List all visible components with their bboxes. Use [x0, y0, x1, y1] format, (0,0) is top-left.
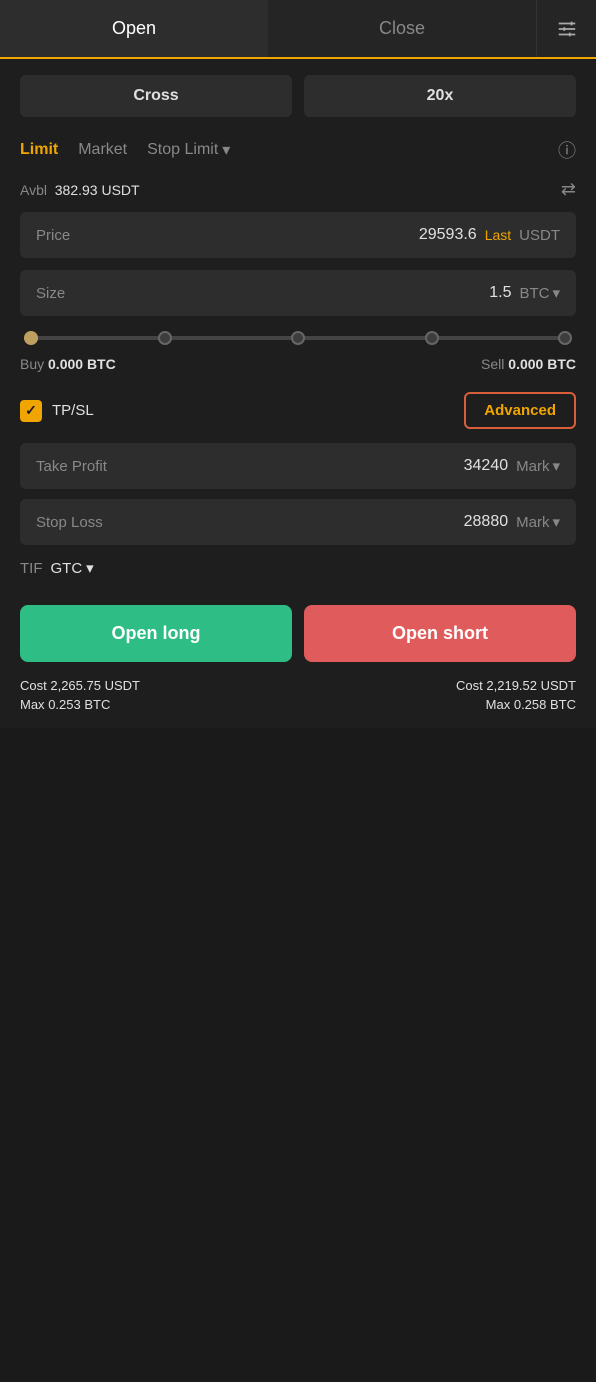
panel-body: Cross 20x Limit Market Stop Limit ▾ ⓘ Av… — [0, 59, 596, 728]
size-unit-dropdown[interactable]: BTC ▾ — [519, 284, 560, 302]
stop-loss-chevron-icon: ▾ — [552, 513, 560, 531]
price-value: 29593.6 — [419, 226, 477, 244]
cross-button[interactable]: Cross — [20, 75, 292, 117]
mode-row: Cross 20x — [20, 75, 576, 117]
avbl-amount: 382.93 USDT — [55, 182, 140, 198]
long-max: Max 0.253 BTC — [20, 697, 110, 712]
tabs-row: Open Close — [0, 0, 596, 59]
slider-dot-25 — [155, 328, 175, 348]
stop-loss-value: 28880 — [464, 513, 509, 531]
stop-loss-input[interactable]: Stop Loss 28880 Mark ▾ — [20, 499, 576, 545]
tab-close[interactable]: Close — [268, 0, 536, 57]
take-profit-label: Take Profit — [36, 458, 107, 475]
slider-container[interactable] — [20, 336, 576, 340]
slider-track[interactable] — [24, 336, 572, 340]
slider-dot-50 — [288, 328, 308, 348]
take-profit-value: 34240 — [464, 457, 509, 475]
tp-sl-inputs: Take Profit 34240 Mark ▾ Stop Loss 28880… — [20, 443, 576, 545]
info-icon[interactable]: ⓘ — [558, 137, 576, 163]
open-short-button[interactable]: Open short — [304, 605, 576, 662]
settings-icon[interactable] — [536, 0, 596, 57]
cost-row: Cost 2,265.75 USDT Cost 2,219.52 USDT — [20, 678, 576, 693]
long-cost: Cost 2,265.75 USDT — [20, 678, 140, 693]
slider-dot-0 — [21, 328, 41, 348]
avbl-label: Avbl 382.93 USDT — [20, 182, 140, 198]
trading-panel: Open Close Cross 20x Limit Market Stop L… — [0, 0, 596, 728]
buy-label: Buy 0.000 BTC — [20, 356, 116, 372]
tif-row: TIF GTC ▾ — [20, 559, 576, 577]
size-value: 1.5 — [489, 284, 511, 302]
slider-dot-100 — [555, 328, 575, 348]
action-buttons: Open long Open short — [20, 605, 576, 662]
size-label: Size — [36, 285, 65, 302]
order-type-market[interactable]: Market — [78, 141, 127, 159]
short-max: Max 0.258 BTC — [486, 697, 576, 712]
slider-dot-75 — [422, 328, 442, 348]
price-value-row: 29593.6 Last USDT — [419, 226, 560, 244]
sell-value: 0.000 BTC — [508, 356, 576, 372]
advanced-button[interactable]: Advanced — [464, 392, 576, 429]
buy-sell-row: Buy 0.000 BTC Sell 0.000 BTC — [20, 356, 576, 372]
leverage-button[interactable]: 20x — [304, 75, 576, 117]
sell-label: Sell 0.000 BTC — [481, 356, 576, 372]
tpsl-row: ✓ TP/SL Advanced — [20, 392, 576, 429]
tif-chevron-icon: ▾ — [86, 559, 94, 577]
avbl-row: Avbl 382.93 USDT ⇄ — [20, 179, 576, 200]
buy-value: 0.000 BTC — [48, 356, 116, 372]
price-label: Price — [36, 227, 70, 244]
open-long-button[interactable]: Open long — [20, 605, 292, 662]
take-profit-chevron-icon: ▾ — [552, 457, 560, 475]
tpsl-label: TP/SL — [52, 402, 94, 419]
tpsl-checkbox[interactable]: ✓ — [20, 400, 42, 422]
stop-loss-right: 28880 Mark ▾ — [464, 513, 560, 531]
max-row: Max 0.253 BTC Max 0.258 BTC — [20, 697, 576, 712]
tif-dropdown[interactable]: GTC ▾ — [51, 559, 94, 577]
price-tag: Last — [485, 227, 511, 243]
take-profit-right: 34240 Mark ▾ — [464, 457, 560, 475]
order-type-row: Limit Market Stop Limit ▾ ⓘ — [20, 137, 576, 163]
size-value-row: 1.5 BTC ▾ — [489, 284, 560, 302]
size-chevron-icon: ▾ — [552, 284, 560, 302]
take-profit-unit[interactable]: Mark ▾ — [516, 457, 560, 475]
order-type-limit[interactable]: Limit — [20, 141, 58, 159]
tab-open[interactable]: Open — [0, 0, 268, 57]
slider-dots — [24, 331, 572, 345]
stop-loss-unit[interactable]: Mark ▾ — [516, 513, 560, 531]
take-profit-input[interactable]: Take Profit 34240 Mark ▾ — [20, 443, 576, 489]
tif-label: TIF — [20, 560, 43, 577]
tpsl-left: ✓ TP/SL — [20, 400, 94, 422]
size-input-field[interactable]: Size 1.5 BTC ▾ — [20, 270, 576, 316]
chevron-down-icon: ▾ — [222, 140, 230, 160]
transfer-icon[interactable]: ⇄ — [561, 179, 576, 200]
stop-loss-label: Stop Loss — [36, 514, 103, 531]
short-cost: Cost 2,219.52 USDT — [456, 678, 576, 693]
price-unit: USDT — [519, 227, 560, 244]
order-type-stop-limit[interactable]: Stop Limit ▾ — [147, 140, 230, 160]
price-input-field[interactable]: Price 29593.6 Last USDT — [20, 212, 576, 258]
